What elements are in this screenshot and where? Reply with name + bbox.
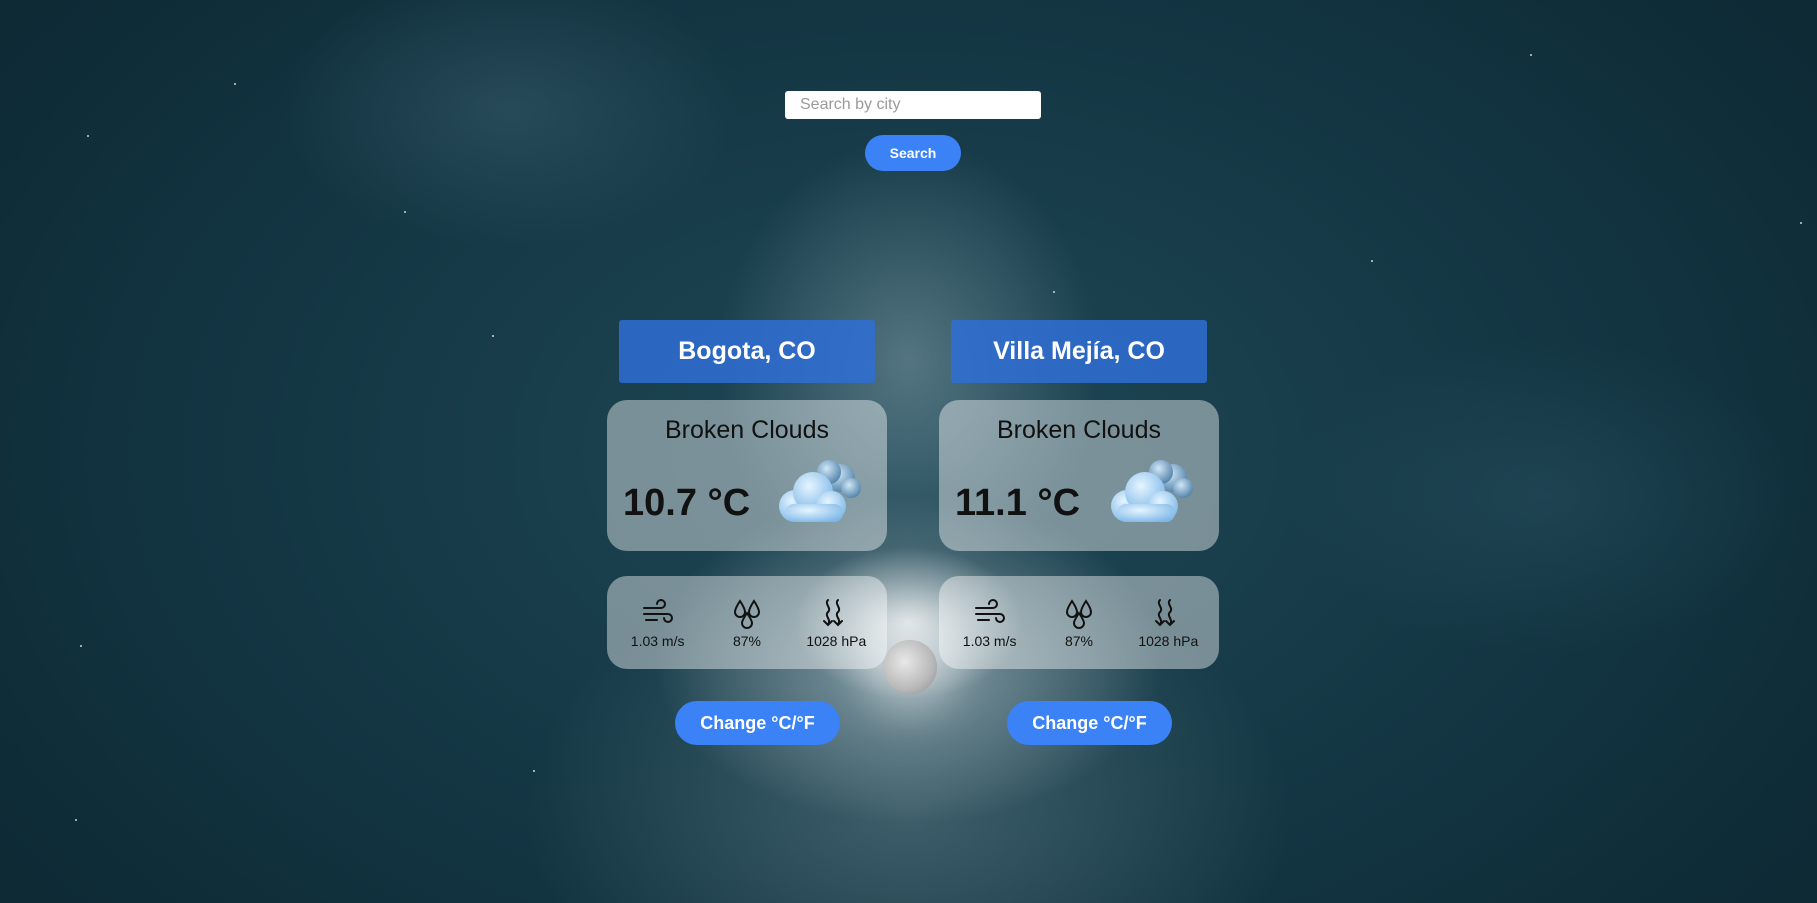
star — [492, 335, 494, 337]
star — [75, 819, 77, 821]
star — [1053, 291, 1055, 293]
wind-speed: 1.03 m/s — [630, 632, 685, 649]
change-unit-button[interactable]: Change °C/°F — [675, 701, 840, 745]
change-unit-button[interactable]: Change °C/°F — [1007, 701, 1172, 745]
pressure-stat: 1028 hPa — [1127, 597, 1209, 649]
weather-summary-panel: Broken Clouds 11.1 °C — [939, 400, 1219, 551]
city-name: Bogota, CO — [619, 320, 875, 383]
weather-condition: Broken Clouds — [997, 416, 1161, 444]
humidity-stat: 87% — [1038, 597, 1120, 649]
star — [87, 135, 89, 137]
humidity-stat: 87% — [706, 597, 788, 649]
city-card-bogota: Bogota, CO Broken Clouds 10.7 °C 1.03 m/ — [607, 320, 887, 745]
search-input[interactable] — [785, 91, 1041, 119]
star — [1371, 260, 1373, 262]
moon-image — [883, 640, 937, 694]
broken-clouds-icon — [779, 460, 861, 522]
search-button[interactable]: Search — [865, 135, 961, 171]
pressure-value: 1028 hPa — [1138, 632, 1199, 649]
temperature-value: 10.7 °C — [623, 482, 751, 524]
star — [234, 83, 236, 85]
broken-clouds-icon — [1111, 460, 1193, 522]
weather-condition: Broken Clouds — [665, 416, 829, 444]
pressure-icon — [1155, 598, 1176, 626]
wind-icon — [642, 598, 673, 623]
humidity-value: 87% — [732, 632, 761, 649]
humidity-value: 87% — [1064, 632, 1093, 649]
humidity-icon — [733, 598, 760, 629]
weather-stats-panel: 1.03 m/s 87% 1028 hPa — [939, 576, 1219, 669]
wind-speed: 1.03 m/s — [962, 632, 1017, 649]
city-card-villa-mejia: Villa Mejía, CO Broken Clouds 11.1 °C 1. — [939, 320, 1219, 745]
star — [533, 770, 535, 772]
star — [404, 211, 406, 213]
weather-stats-panel: 1.03 m/s 87% 1028 hPa — [607, 576, 887, 669]
weather-summary-panel: Broken Clouds 10.7 °C — [607, 400, 887, 551]
pressure-icon — [823, 598, 844, 626]
star — [1800, 222, 1802, 224]
wind-icon — [974, 598, 1005, 623]
star — [1530, 54, 1532, 56]
humidity-icon — [1065, 598, 1092, 629]
wind-stat: 1.03 m/s — [949, 597, 1031, 649]
pressure-value: 1028 hPa — [806, 632, 867, 649]
wind-stat: 1.03 m/s — [617, 597, 699, 649]
star — [80, 645, 82, 647]
temperature-value: 11.1 °C — [955, 482, 1081, 524]
city-name: Villa Mejía, CO — [951, 320, 1207, 383]
pressure-stat: 1028 hPa — [795, 597, 877, 649]
